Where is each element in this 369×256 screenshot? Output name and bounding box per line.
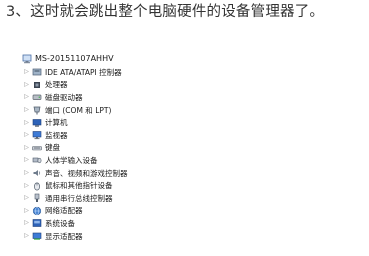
tree-item-network[interactable]: ▷ 网络适配器 xyxy=(22,205,83,218)
tree-item-mouse[interactable]: ▷ 鼠标和其他指针设备 xyxy=(22,179,113,192)
usb-icon xyxy=(32,193,42,203)
tree-root-label: MS-20151107AHHV xyxy=(35,54,114,63)
expand-arrow-icon[interactable]: ▷ xyxy=(22,107,31,113)
tree-item-label: 鼠标和其他指针设备 xyxy=(45,181,113,191)
tree-item-keyboard[interactable]: ▷ 键盘 xyxy=(22,142,60,155)
tree-item-label: 显示适配器 xyxy=(45,231,83,241)
expand-arrow-icon[interactable]: ▷ xyxy=(22,182,31,189)
expand-arrow-icon[interactable]: ▷ xyxy=(22,220,31,226)
port-icon xyxy=(32,105,42,115)
tree-item-disk-drive[interactable]: ▷ 磁盘驱动器 xyxy=(22,91,83,104)
tree-item-ide-controller[interactable]: ▷ IDE ATA/ATAPI 控制器 xyxy=(22,66,122,79)
tree-item-hid[interactable]: ▷ 人体学输入设备 xyxy=(22,154,98,167)
tree-item-label: 系统设备 xyxy=(45,218,75,228)
tree-item-sound[interactable]: ▷ 声音、视频和游戏控制器 xyxy=(22,167,128,180)
tree-item-display-adapter[interactable]: ▷ 显示适配器 xyxy=(22,230,83,243)
computer-icon xyxy=(32,118,42,128)
expand-arrow-icon[interactable]: ▷ xyxy=(22,207,31,214)
expand-arrow-icon[interactable]: ▷ xyxy=(22,195,31,201)
tree-item-label: 监视器 xyxy=(45,130,68,140)
tree-item-label: 人体学输入设备 xyxy=(45,155,98,165)
tree-root-node[interactable]: MS-20151107AHHV xyxy=(22,52,114,65)
tree-item-label: 处理器 xyxy=(45,80,68,90)
disk-drive-icon xyxy=(32,92,42,102)
display-adapter-icon xyxy=(32,231,42,241)
tree-item-computer[interactable]: ▷ 计算机 xyxy=(22,116,68,129)
tree-item-label: 通用串行总线控制器 xyxy=(45,193,113,203)
ide-controller-icon xyxy=(32,67,42,77)
processor-icon xyxy=(32,80,42,90)
tree-item-label: IDE ATA/ATAPI 控制器 xyxy=(45,67,122,77)
expand-arrow-icon[interactable]: ▷ xyxy=(22,81,31,88)
expand-arrow-icon[interactable]: ▷ xyxy=(22,157,31,163)
network-icon xyxy=(32,206,42,216)
tree-item-usb[interactable]: ▷ 通用串行总线控制器 xyxy=(22,192,113,205)
expand-arrow-icon[interactable]: ▷ xyxy=(22,233,31,239)
tree-item-port[interactable]: ▷ 端口 (COM 和 LPT) xyxy=(22,104,111,117)
expand-arrow-icon[interactable]: ▷ xyxy=(22,144,31,151)
expand-arrow-icon[interactable]: ▷ xyxy=(22,132,31,138)
tree-item-monitor[interactable]: ▷ 监视器 xyxy=(22,129,68,142)
expand-arrow-icon[interactable]: ▷ xyxy=(22,119,31,126)
expand-arrow-icon[interactable]: ▷ xyxy=(22,170,31,176)
tree-item-label: 键盘 xyxy=(45,143,60,153)
instruction-caption: 3、这时就会跳出整个电脑硬件的设备管理器了。 xyxy=(6,4,325,20)
tree-item-label: 计算机 xyxy=(45,118,68,128)
tree-item-label: 磁盘驱动器 xyxy=(45,92,83,102)
mouse-icon xyxy=(32,181,42,191)
tree-item-label: 端口 (COM 和 LPT) xyxy=(45,105,112,115)
tree-item-label: 声音、视频和游戏控制器 xyxy=(45,168,128,178)
keyboard-icon xyxy=(32,143,42,153)
sound-icon xyxy=(32,168,42,178)
computer-icon xyxy=(22,54,32,64)
system-device-icon xyxy=(32,218,42,228)
monitor-icon xyxy=(32,130,42,140)
hid-icon xyxy=(32,155,42,165)
expand-arrow-icon[interactable]: ▷ xyxy=(22,69,31,75)
tree-item-processor[interactable]: ▷ 处理器 xyxy=(22,79,68,92)
tree-item-system-device[interactable]: ▷ 系统设备 xyxy=(22,217,75,230)
device-manager-tree: MS-20151107AHHV ▷ IDE ATA/ATAPI 控制器 ▷ 处理… xyxy=(22,52,262,252)
expand-arrow-icon[interactable]: ▷ xyxy=(22,94,31,100)
tree-item-label: 网络适配器 xyxy=(45,206,83,216)
